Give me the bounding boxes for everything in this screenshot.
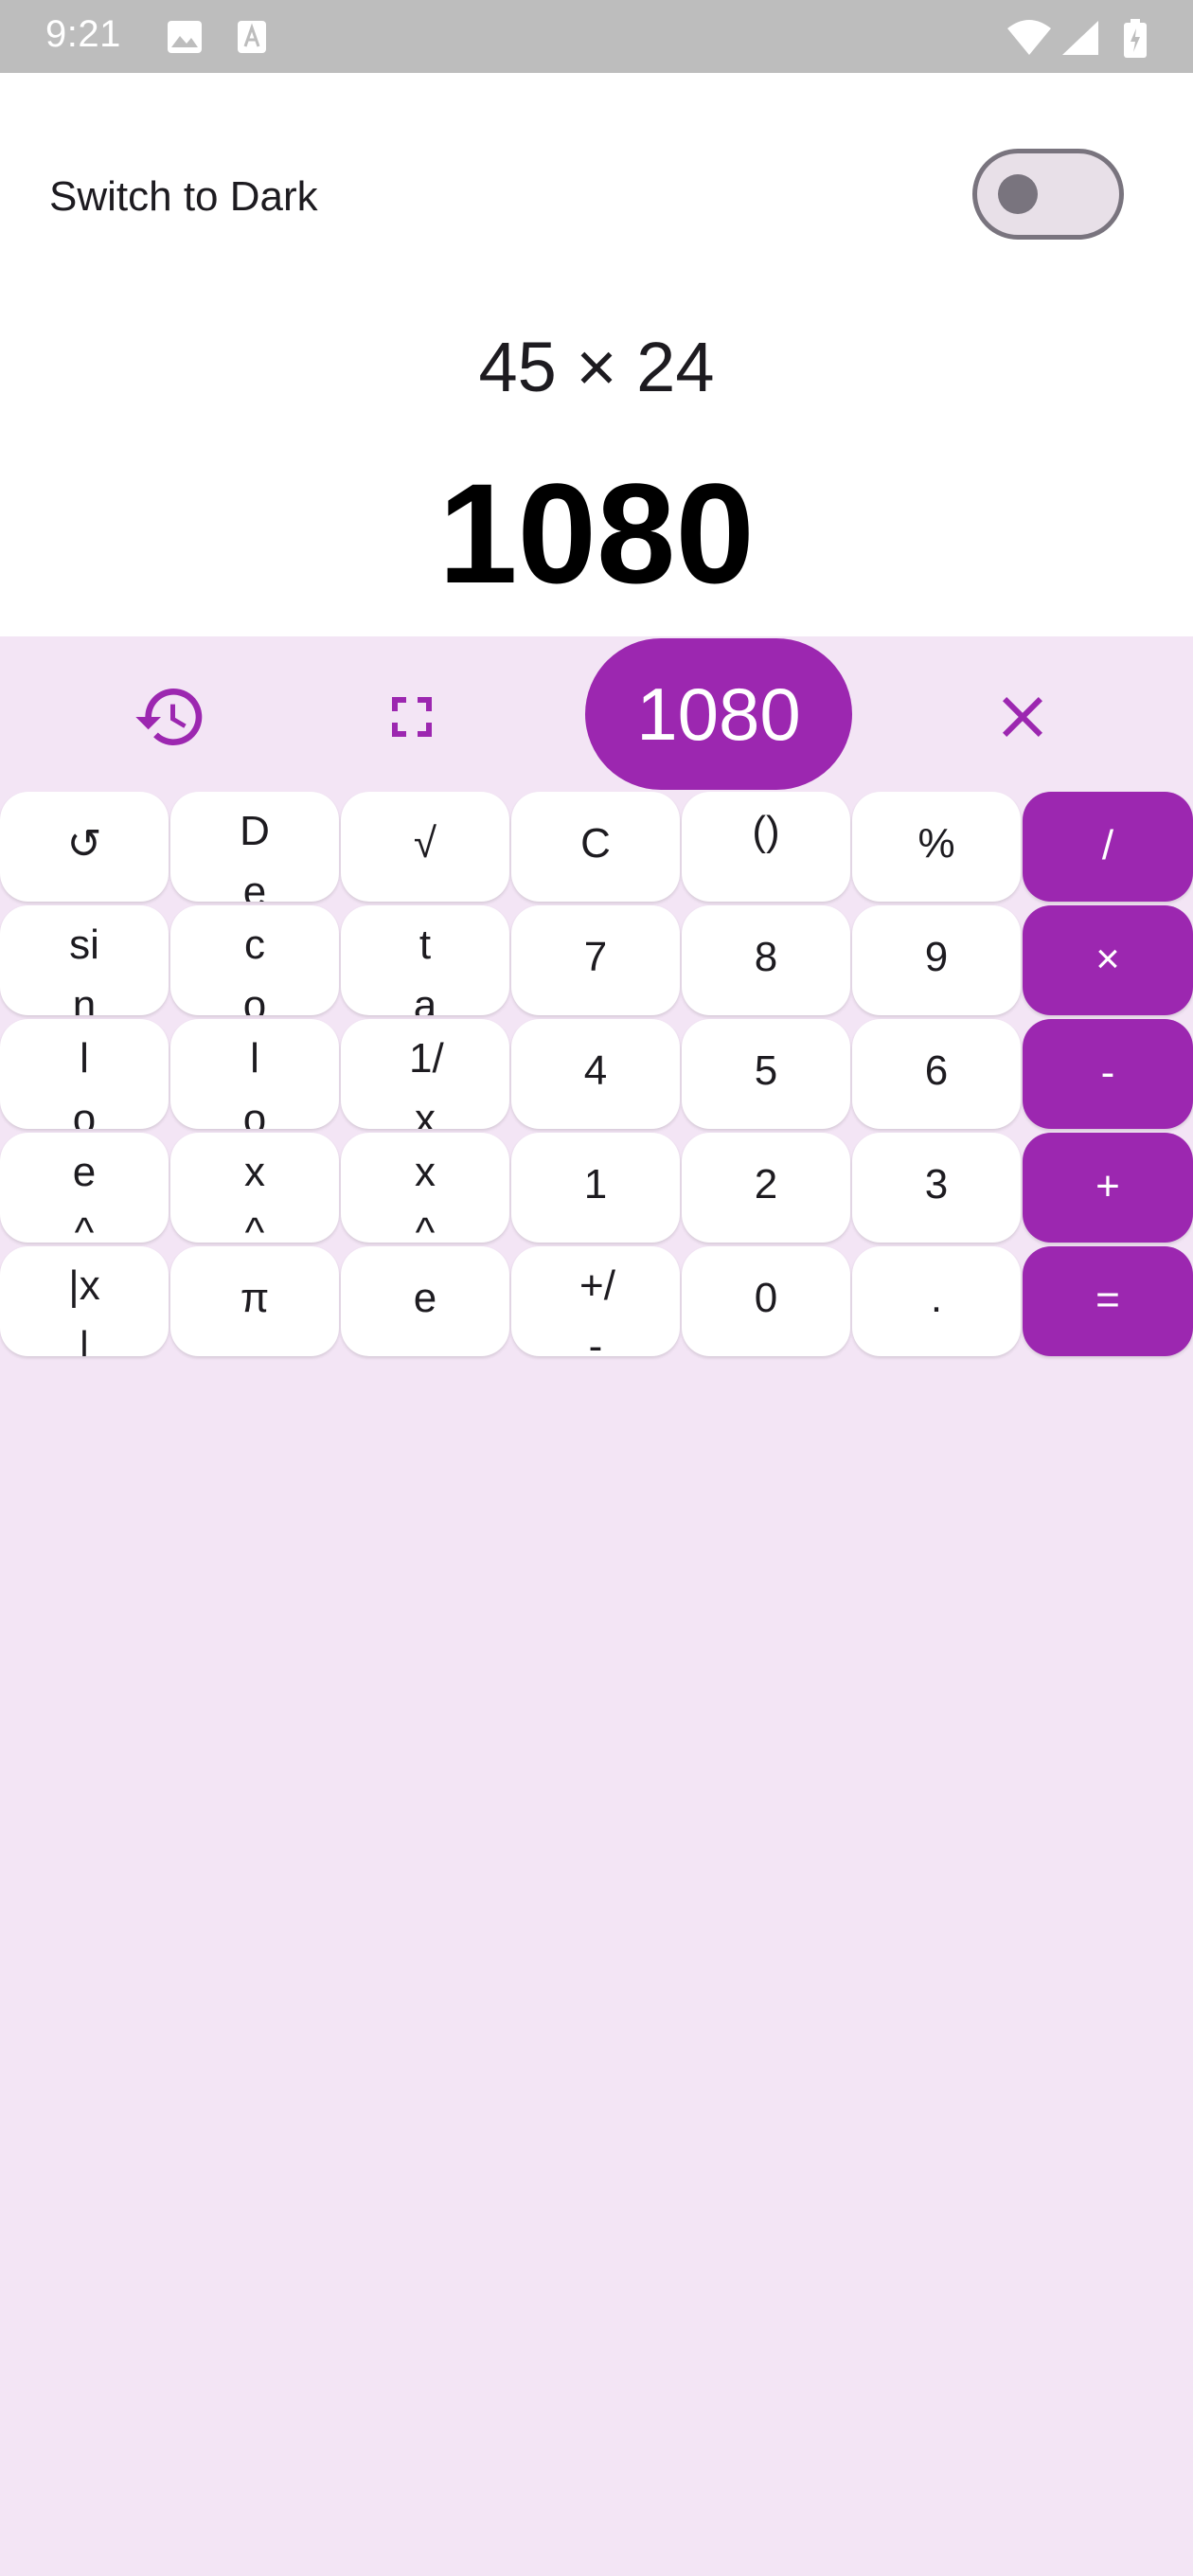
key-label: 6 [924,1047,949,1094]
key-undo[interactable]: ↺ [0,792,169,902]
key-negate[interactable]: +/- [511,1246,680,1356]
key-label: sin [69,921,99,1015]
status-time: 9:21 [45,13,121,55]
display-panel: Switch to Dark 45 × 24 1080 [0,73,1193,636]
key-pi[interactable]: π [170,1246,339,1356]
key-square[interactable]: x^2 [170,1133,339,1243]
key-label: 7 [583,934,608,980]
key-label: 2 [754,1161,778,1208]
key-percent[interactable]: % [852,792,1021,902]
close-button[interactable] [980,674,1065,760]
fullscreen-button[interactable] [369,674,454,760]
key-abs[interactable]: |x| [0,1246,169,1356]
key-9[interactable]: 9 [852,905,1021,1015]
key-label: π [240,1275,270,1321]
key-3[interactable]: 3 [852,1133,1021,1243]
key-label: Deg [240,808,270,902]
key-label: 1 [583,1161,608,1208]
key-label: tan [413,921,437,1015]
key-label: log [72,1035,97,1129]
key-parentheses[interactable]: () [682,792,850,902]
key-label: 5 [754,1047,778,1094]
key-label: % [917,820,955,867]
history-icon [135,689,203,745]
key-label: √ [413,820,437,867]
key-exp[interactable]: e^x [0,1133,169,1243]
key-label: = [1095,1277,1120,1323]
key-reciprocal[interactable]: 1/x [341,1019,509,1129]
wifi-icon [1007,20,1051,55]
key-label: ↺ [66,821,102,868]
key-sqrt[interactable]: √ [341,792,509,902]
battery-icon [1124,19,1147,58]
key-cos[interactable]: cos [170,905,339,1015]
key-label: - [1100,1049,1115,1096]
key-6[interactable]: 6 [852,1019,1021,1129]
key-plus[interactable]: + [1023,1133,1193,1243]
key-2[interactable]: 2 [682,1133,850,1243]
key-power[interactable]: x^y [341,1133,509,1243]
gallery-icon [168,21,202,53]
key-label: x^y [415,1149,436,1243]
key-1[interactable]: 1 [511,1133,680,1243]
key-multiply[interactable]: × [1023,905,1193,1015]
key-label: 4 [583,1047,608,1094]
key-label: log [242,1035,267,1129]
font-app-icon [238,21,266,53]
key-4[interactable]: 4 [511,1019,680,1129]
result-display: 1080 [438,454,755,613]
key-label: 1/x [409,1035,444,1129]
key-label: e^x [72,1149,97,1243]
key-8[interactable]: 8 [682,905,850,1015]
key-log2[interactable]: log [170,1019,339,1129]
key-tan[interactable]: tan [341,905,509,1015]
history-button[interactable] [123,674,218,760]
switch-knob [998,174,1038,214]
key-0[interactable]: 0 [682,1246,850,1356]
theme-switch-label: Switch to Dark [49,173,318,220]
key-label: () [752,808,780,854]
key-clear[interactable]: C [511,792,680,902]
key-label: 3 [924,1161,949,1208]
expression-display: 45 × 24 [478,328,715,406]
key-decimal[interactable]: . [852,1246,1021,1356]
theme-toggle-switch[interactable] [972,149,1124,240]
key-minus[interactable]: - [1023,1019,1193,1129]
key-label: 8 [754,934,778,980]
fullscreen-icon [392,697,432,737]
key-7[interactable]: 7 [511,905,680,1015]
key-label: x^2 [244,1149,265,1243]
key-log[interactable]: log [0,1019,169,1129]
key-label: 9 [924,934,949,980]
key-label: 0 [754,1275,778,1321]
key-divide[interactable]: / [1023,792,1193,902]
key-e[interactable]: e [341,1246,509,1356]
key-label: . [930,1275,943,1321]
key-label: / [1101,822,1114,868]
key-label: +/- [579,1262,615,1356]
key-label: |x| [68,1262,100,1356]
key-label: × [1095,936,1120,982]
result-pill-button[interactable]: 1080 [585,638,852,790]
status-bar: 9:21 [0,0,1193,73]
signal-icon [1062,21,1098,55]
close-icon [1003,697,1042,737]
key-label: C [580,820,611,867]
key-sin[interactable]: sin [0,905,169,1015]
key-deg[interactable]: Deg [170,792,339,902]
key-label: cos [242,921,267,1015]
key-equals[interactable]: = [1023,1246,1193,1356]
key-label: e [413,1275,437,1321]
key-5[interactable]: 5 [682,1019,850,1129]
key-label: + [1095,1163,1120,1209]
